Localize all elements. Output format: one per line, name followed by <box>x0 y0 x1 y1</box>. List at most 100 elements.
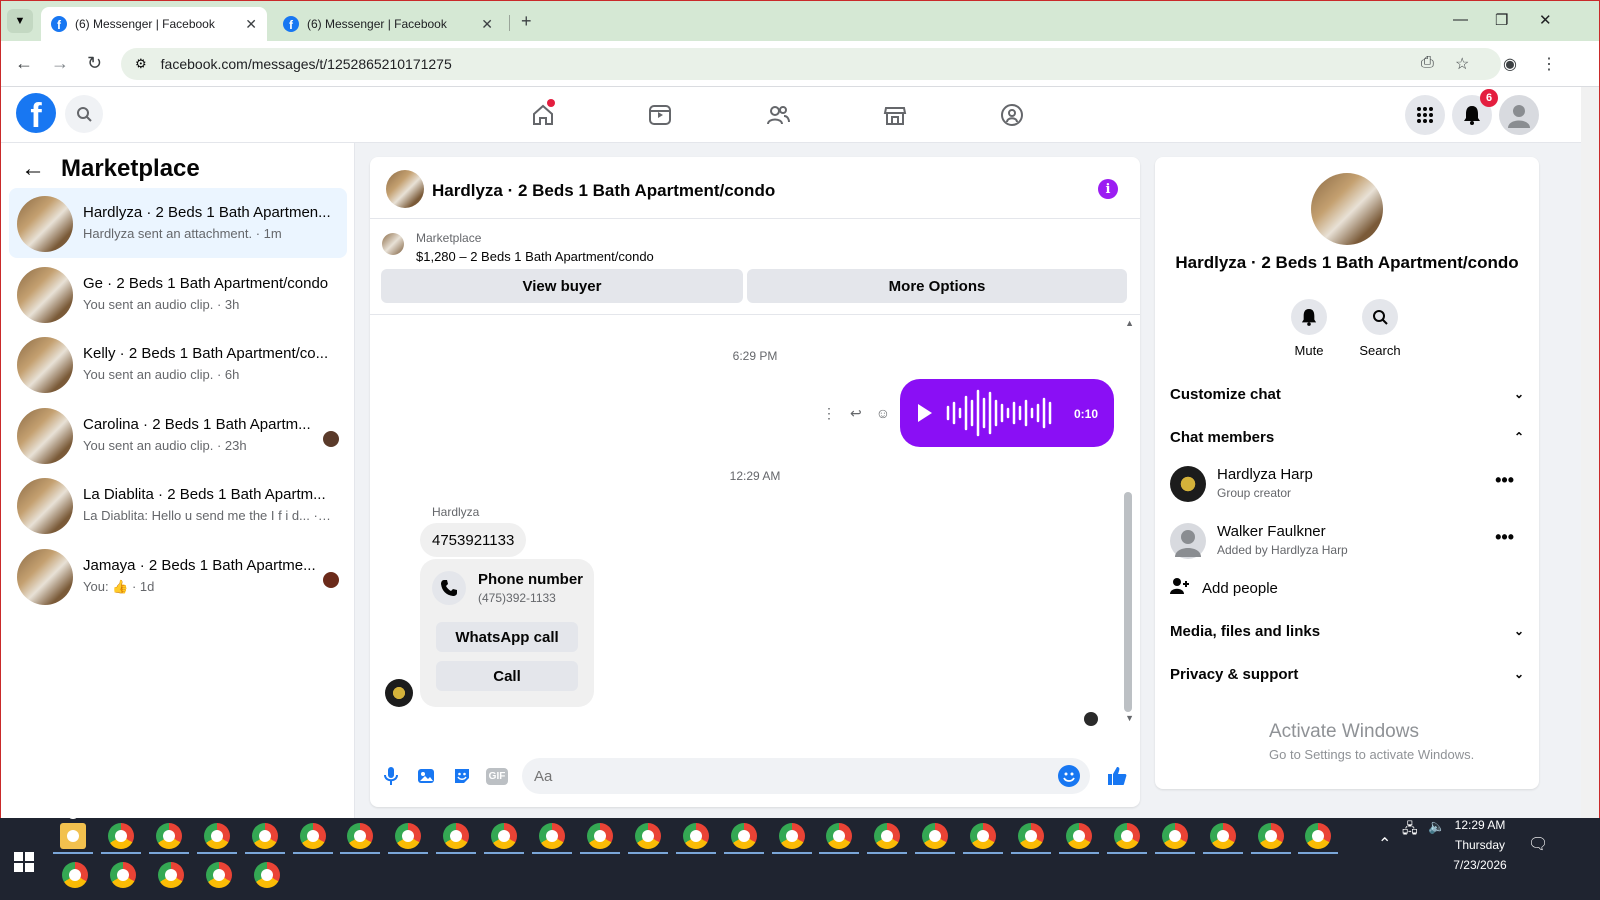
mute-button[interactable]: Mute <box>1279 299 1339 358</box>
conversation-item[interactable]: Hardlyza · 2 Beds 1 Bath Apartmen... Har… <box>9 188 347 258</box>
show-hidden-icons-icon[interactable]: ⌃ <box>1378 834 1391 854</box>
profile-icon[interactable]: ◉ <box>1503 54 1517 74</box>
groups-icon[interactable] <box>992 95 1032 135</box>
chrome-app-icon[interactable] <box>874 823 901 849</box>
minimize-button[interactable]: — <box>1453 11 1468 28</box>
chrome-app-icon[interactable] <box>203 823 230 849</box>
file-explorer-icon[interactable] <box>60 823 86 849</box>
chrome-app-icon[interactable] <box>253 862 280 888</box>
home-icon[interactable] <box>523 95 563 135</box>
chrome-app-icon[interactable] <box>109 862 136 888</box>
bookmark-star-icon[interactable]: ☆ <box>1455 54 1469 74</box>
more-horizontal-icon[interactable]: ••• <box>1495 527 1514 548</box>
chrome-app-icon[interactable] <box>205 862 232 888</box>
chat-scrollbar[interactable] <box>1124 492 1132 712</box>
conversation-item[interactable]: Kelly · 2 Beds 1 Bath Apartment/co... Yo… <box>9 329 347 399</box>
more-vertical-icon[interactable]: ⋮ <box>822 405 836 422</box>
browser-menu-icon[interactable]: ⋮ <box>1541 54 1557 74</box>
member-item[interactable]: Hardlyza Harp Group creator ••• <box>1170 464 1524 508</box>
chrome-app-icon[interactable] <box>826 823 853 849</box>
chrome-app-icon[interactable] <box>634 823 661 849</box>
photo-attach-icon[interactable] <box>415 765 437 787</box>
privacy-support-row[interactable]: Privacy & support ⌄ <box>1170 659 1524 689</box>
network-icon[interactable]: 🖧 <box>1402 818 1418 842</box>
reload-icon[interactable]: ↻ <box>87 53 102 74</box>
marketplace-icon[interactable] <box>875 95 915 135</box>
react-smile-icon[interactable]: ☺ <box>876 405 890 422</box>
reply-icon[interactable]: ↩ <box>850 405 862 422</box>
sticker-icon[interactable] <box>451 765 473 787</box>
gif-icon[interactable]: GIF <box>485 765 509 787</box>
maximize-button[interactable]: ❐ <box>1495 11 1508 29</box>
chrome-app-icon[interactable] <box>1209 823 1236 849</box>
windows-start-icon[interactable] <box>14 852 34 872</box>
chrome-app-icon[interactable] <box>778 823 805 849</box>
more-options-button[interactable]: More Options <box>747 269 1127 303</box>
video-icon[interactable] <box>640 95 680 135</box>
chrome-app-icon[interactable] <box>970 823 997 849</box>
tab-search-button[interactable]: ▼ <box>7 9 33 33</box>
media-files-row[interactable]: Media, files and links ⌄ <box>1170 616 1524 646</box>
back-arrow-icon[interactable]: ← <box>15 53 33 74</box>
notification-center-icon[interactable]: 🗨 <box>1528 834 1548 854</box>
chrome-app-icon[interactable] <box>107 823 134 849</box>
forward-arrow-icon[interactable]: → <box>51 53 69 74</box>
thumbs-up-icon[interactable] <box>1106 765 1128 787</box>
add-people-row[interactable]: Add people <box>1170 573 1524 603</box>
chrome-app-icon[interactable] <box>682 823 709 849</box>
taskbar-date[interactable]: 7/23/2026 <box>1440 858 1520 872</box>
chat-title[interactable]: Hardlyza · 2 Beds 1 Bath Apartment/condo <box>432 181 775 201</box>
scroll-up-arrow[interactable]: ▲ <box>1125 318 1134 328</box>
conversation-item[interactable]: Ge · 2 Beds 1 Bath Apartment/condo You s… <box>9 259 347 329</box>
back-arrow-icon[interactable]: ← <box>21 155 45 183</box>
chrome-app-icon[interactable] <box>1305 823 1332 849</box>
chrome-app-icon[interactable] <box>586 823 613 849</box>
call-button[interactable]: Call <box>436 661 578 691</box>
view-buyer-button[interactable]: View buyer <box>381 269 743 303</box>
notifications-bell-icon[interactable]: 6 <box>1452 89 1498 135</box>
chrome-app-icon[interactable] <box>730 823 757 849</box>
chrome-app-icon[interactable] <box>1113 823 1140 849</box>
account-avatar[interactable] <box>1499 95 1539 135</box>
chrome-app-icon[interactable] <box>347 823 374 849</box>
page-scrollbar[interactable] <box>1581 87 1599 818</box>
whatsapp-call-button[interactable]: WhatsApp call <box>436 622 578 652</box>
listing-price[interactable]: $1,280 – 2 Beds 1 Bath Apartment/condo <box>416 249 654 264</box>
chrome-app-icon[interactable] <box>299 823 326 849</box>
chrome-app-icon[interactable] <box>157 862 184 888</box>
search-icon[interactable] <box>65 95 103 133</box>
chrome-app-icon[interactable] <box>1065 823 1092 849</box>
friends-icon[interactable] <box>758 95 798 135</box>
tab-close-icon[interactable]: ✕ <box>245 16 257 33</box>
chrome-app-icon[interactable] <box>491 823 518 849</box>
conversation-item[interactable]: Jamaya · 2 Beds 1 Bath Apartme... You: 👍… <box>9 541 347 611</box>
audio-message[interactable]: 0:10 <box>900 379 1114 447</box>
conversation-item[interactable]: La Diablita · 2 Beds 1 Bath Apartm... La… <box>9 470 347 540</box>
facebook-logo-icon[interactable]: f <box>16 93 56 133</box>
emoji-icon[interactable] <box>1058 765 1080 787</box>
address-bar[interactable]: ⚙ facebook.com/messages/t/12528652101712… <box>121 48 1501 80</box>
chrome-app-icon[interactable] <box>539 823 565 849</box>
conversation-item[interactable]: Carolina · 2 Beds 1 Bath Apartm... You s… <box>9 400 347 470</box>
member-item[interactable]: Walker Faulkner Added by Hardlyza Harp •… <box>1170 521 1524 565</box>
chrome-app-icon[interactable] <box>1257 823 1284 849</box>
message-bubble[interactable]: 4753921133 <box>420 523 527 557</box>
more-horizontal-icon[interactable]: ••• <box>1495 470 1514 491</box>
chrome-app-icon[interactable] <box>155 823 182 849</box>
chat-avatar[interactable] <box>386 170 424 208</box>
new-tab-button[interactable]: + <box>521 11 532 32</box>
menu-grid-icon[interactable] <box>1405 95 1445 135</box>
chrome-app-icon[interactable] <box>251 823 278 849</box>
search-conversation-button[interactable]: Search <box>1350 299 1410 358</box>
chrome-app-icon[interactable] <box>922 823 949 849</box>
close-window-button[interactable]: ✕ <box>1539 11 1552 29</box>
chat-members-row[interactable]: Chat members ⌃ <box>1170 422 1524 452</box>
taskbar-day[interactable]: Thursday <box>1440 838 1520 852</box>
chrome-app-icon[interactable] <box>443 823 470 849</box>
chrome-app-icon[interactable] <box>1161 823 1188 849</box>
chrome-app-icon[interactable] <box>1018 823 1044 849</box>
chrome-app-icon[interactable] <box>395 823 422 849</box>
taskbar-time[interactable]: 12:29 AM <box>1440 818 1520 832</box>
tab-messenger-1[interactable]: f (6) Messenger | Facebook ✕ <box>41 7 267 41</box>
info-icon[interactable]: i <box>1098 179 1118 199</box>
